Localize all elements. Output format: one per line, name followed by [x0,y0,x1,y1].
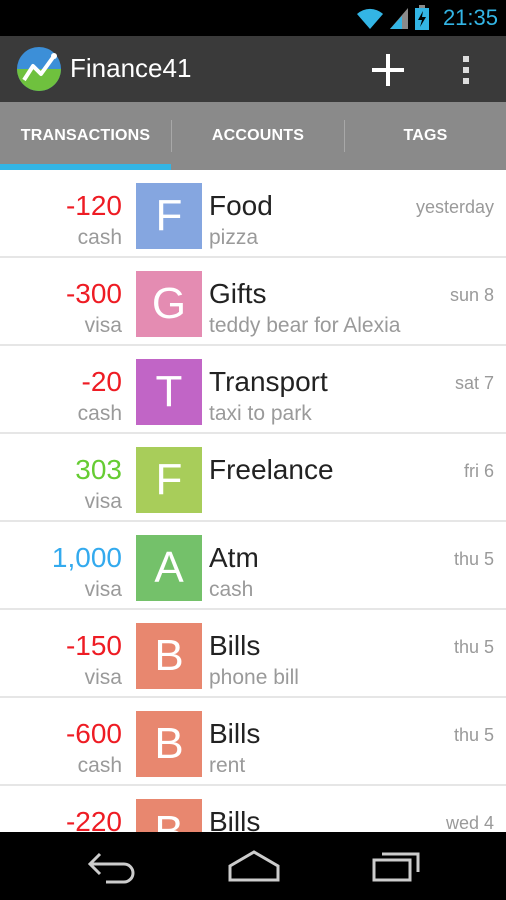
transaction-row[interactable]: -600 cash B Bills rent thu 5 [0,698,506,786]
back-icon[interactable] [86,848,140,884]
transaction-amount: -220 [65,806,122,832]
system-nav-bar [0,832,506,900]
transaction-date: sun 8 [449,285,494,305]
app-title: Finance41 [70,53,192,83]
transaction-note: taxi to park [209,402,312,425]
transaction-amount: -150 [65,630,122,661]
status-bar: 21:35 [0,0,506,36]
transaction-date: thu 5 [453,637,494,657]
action-bar: Finance41 [0,36,506,102]
transaction-category: Transport [209,366,328,397]
finance-chart-icon[interactable] [16,46,62,92]
category-badge: B [136,711,202,777]
category-badge: T [136,359,202,425]
transaction-row[interactable]: 303 visa F Freelance fri 6 [0,434,506,522]
signal-icon [390,8,408,29]
transaction-amount: -20 [81,366,122,397]
transaction-account: cash [77,402,122,425]
category-badge: F [136,183,202,249]
transaction-note: teddy bear for Alexia [209,314,401,337]
category-badge: G [136,271,202,337]
home-icon[interactable] [226,848,282,884]
transaction-amount: 303 [75,454,122,485]
transaction-category: Atm [209,542,259,573]
transaction-date: thu 5 [453,549,494,569]
transaction-amount: -300 [65,278,122,309]
category-badge: B [136,623,202,689]
tab-bar: TRANSACTIONS ACCOUNTS TAGS [0,102,506,170]
transaction-date: wed 4 [445,813,494,832]
add-icon[interactable] [364,46,412,94]
transaction-date: thu 5 [453,725,494,745]
transaction-date: sat 7 [454,373,494,393]
transaction-note: rent [209,754,246,777]
category-badge: F [136,447,202,513]
transaction-row[interactable]: -300 visa G Gifts teddy bear for Alexia … [0,258,506,346]
transaction-amount: -120 [65,190,122,221]
recent-apps-icon[interactable] [370,848,422,884]
transaction-category: Bills [209,806,261,832]
transaction-amount: -600 [65,718,122,749]
status-time: 21:35 [442,5,498,30]
transaction-note: phone bill [209,666,299,689]
transaction-category: Bills [209,718,261,749]
transaction-account: cash [77,754,122,777]
transaction-category: Bills [209,630,261,661]
tab-accounts[interactable]: ACCOUNTS [172,102,344,170]
transaction-note: cash [209,578,254,601]
transaction-account: visa [84,666,122,689]
transaction-date: fri 6 [463,461,494,481]
transaction-account: cash [77,226,122,249]
transaction-category: Food [209,190,273,221]
transaction-note: pizza [209,226,259,249]
transaction-row[interactable]: -120 cash F Food pizza yesterday [0,170,506,258]
wifi-icon [357,8,383,29]
transaction-list[interactable]: -120 cash F Food pizza yesterday -300 vi… [0,170,506,832]
category-badge: A [136,535,202,601]
transaction-category: Freelance [209,454,334,485]
tab-tags[interactable]: TAGS [345,102,506,170]
transaction-account: visa [84,578,122,601]
transaction-category: Gifts [209,278,267,309]
transaction-account: visa [84,490,122,513]
transaction-account: visa [84,314,122,337]
transaction-row[interactable]: -220 B Bills wed 4 [0,786,506,832]
transaction-row[interactable]: 1,000 visa A Atm cash thu 5 [0,522,506,610]
transaction-row[interactable]: -150 visa B Bills phone bill thu 5 [0,610,506,698]
transaction-row[interactable]: -20 cash T Transport taxi to park sat 7 [0,346,506,434]
transaction-amount: 1,000 [51,542,122,573]
overflow-menu-icon[interactable] [448,46,484,94]
tab-transactions[interactable]: TRANSACTIONS [0,102,171,170]
category-badge: B [136,799,202,832]
battery-icon [415,5,429,30]
transaction-date: yesterday [415,197,494,217]
